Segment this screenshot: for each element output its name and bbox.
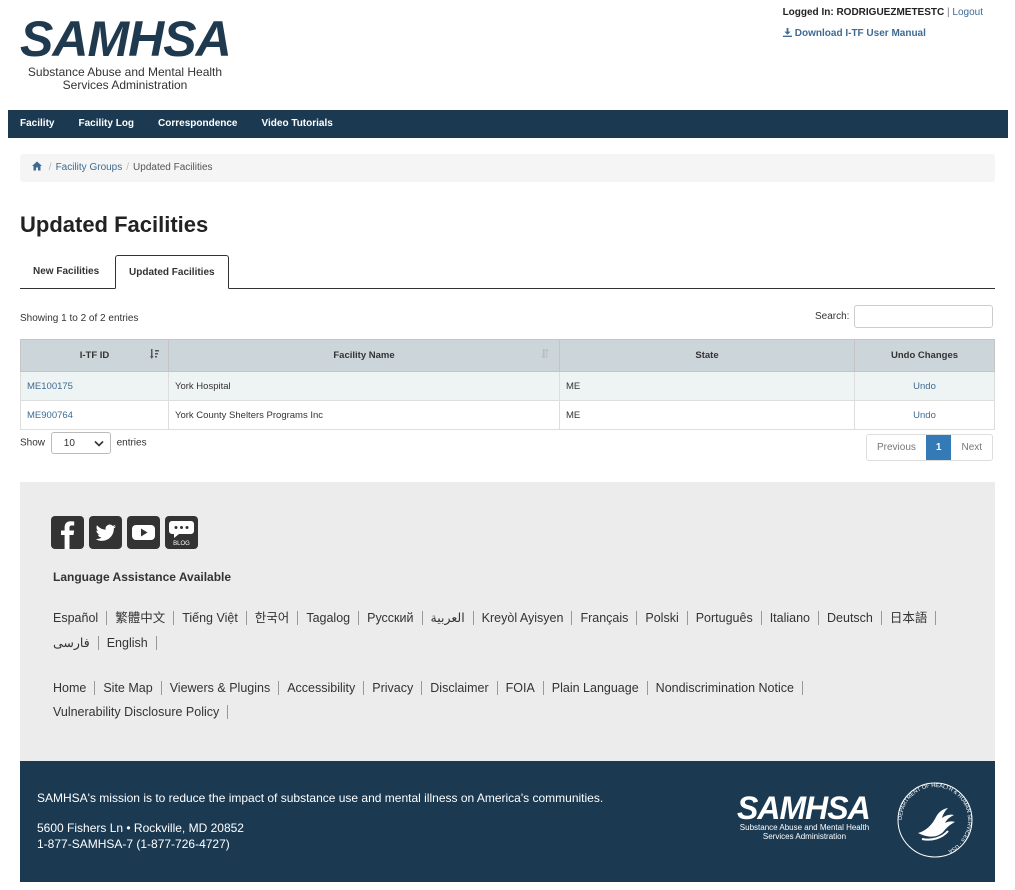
itf-id-link[interactable]: ME100175 <box>27 381 73 392</box>
page-1-button[interactable]: 1 <box>925 435 952 460</box>
footer-link-accessibility[interactable]: Accessibility <box>287 681 355 695</box>
breadcrumb-current: Updated Facilities <box>133 162 213 173</box>
facebook-icon[interactable] <box>51 516 84 549</box>
twitter-icon[interactable] <box>89 516 122 549</box>
logo-subtitle: Substance Abuse and Mental Health Servic… <box>27 65 223 92</box>
lang-link[interactable]: English <box>107 636 148 650</box>
facility-state: ME <box>559 400 855 430</box>
previous-button[interactable]: Previous <box>867 435 926 460</box>
footer-link-site-map[interactable]: Site Map <box>103 681 152 695</box>
column-header-facility-name[interactable]: Facility Name <box>168 339 560 372</box>
show-label: Show <box>20 437 46 449</box>
mission-statement: SAMHSA's mission is to reduce the impact… <box>37 791 604 805</box>
search-label: Search: <box>815 311 850 322</box>
phone-number: 1-877-SAMHSA-7 (1-877-726-4727) <box>37 837 230 851</box>
next-button[interactable]: Next <box>951 435 992 460</box>
home-icon[interactable] <box>32 161 45 173</box>
facility-name: York Hospital <box>168 371 560 401</box>
tab-new-facilities[interactable]: New Facilities <box>20 255 112 288</box>
lang-link[interactable]: Tiếng Việt <box>182 611 238 625</box>
table-info: Showing 1 to 2 of 2 entries <box>20 313 139 324</box>
sort-asc-icon <box>150 349 160 362</box>
username: RODRIGUEZMETESTC <box>836 7 945 18</box>
footer-link-vulnerability-disclosure[interactable]: Vulnerability Disclosure Policy <box>53 705 219 719</box>
logout-link[interactable]: Logout <box>952 7 983 18</box>
main-nav: Facility Facility Log Correspondence Vid… <box>8 110 1008 138</box>
facility-name: York County Shelters Programs Inc <box>168 400 560 430</box>
footer-mission: SAMHSA's mission is to reduce the impact… <box>20 761 995 882</box>
column-header-undo-changes[interactable]: Undo Changes <box>854 339 995 372</box>
nav-facility-log[interactable]: Facility Log <box>66 110 146 138</box>
download-icon <box>783 28 795 39</box>
footer-link-privacy[interactable]: Privacy <box>372 681 413 695</box>
hhs-seal-icon[interactable]: DEPARTMENT OF HEALTH & HUMAN SERVICES · … <box>896 781 974 859</box>
lang-link[interactable]: Español <box>53 611 98 625</box>
lang-link[interactable]: Tagalog <box>306 611 350 625</box>
facilities-table: I-TF ID Facility Name State Undo Changes… <box>20 339 995 430</box>
blog-icon-label: BLOG <box>173 541 190 547</box>
footer-logo-wordmark: SAMHSA <box>737 790 871 826</box>
lang-link[interactable]: 한국어 <box>255 611 290 625</box>
blog-icon[interactable]: BLOG <box>165 516 198 549</box>
lang-link[interactable]: 日本語 <box>890 611 928 625</box>
lang-link[interactable]: Português <box>696 611 753 625</box>
footer-link-home[interactable]: Home <box>53 681 86 695</box>
column-header-itf-id[interactable]: I-TF ID <box>20 339 169 372</box>
logged-in-label: Logged In: <box>782 7 834 18</box>
table-row: ME900764 York County Shelters Programs I… <box>20 400 995 430</box>
footer-site-links: Home Site Map Viewers & Plugins Accessibili… <box>53 676 983 724</box>
separator: | <box>947 7 950 18</box>
youtube-icon[interactable] <box>127 516 160 549</box>
entries-label: entries <box>116 437 147 449</box>
footer-links-area: BLOG Language Assistance Available Españ… <box>20 482 995 761</box>
download-manual-link[interactable]: Download I-TF User Manual <box>783 28 926 39</box>
language-list: Español 繁體中文 Tiếng Việt 한국어 Tagalog Русский ال… <box>53 606 983 656</box>
samhsa-logo[interactable]: SAMHSA Substance Abuse and Mental Health… <box>20 14 235 92</box>
itf-id-link[interactable]: ME900764 <box>27 410 73 421</box>
social-links: BLOG <box>51 516 203 549</box>
facility-state: ME <box>559 371 855 401</box>
nav-correspondence[interactable]: Correspondence <box>146 110 249 138</box>
page-length: Show 10 entries <box>20 432 147 454</box>
undo-link[interactable]: Undo <box>913 410 936 421</box>
nav-video-tutorials[interactable]: Video Tutorials <box>250 110 345 138</box>
language-assistance-title: Language Assistance Available <box>53 570 232 584</box>
column-header-state[interactable]: State <box>559 339 855 372</box>
footer-link-foia[interactable]: FOIA <box>506 681 535 695</box>
sort-icon <box>541 349 551 362</box>
logo-wordmark: SAMHSA <box>20 11 232 67</box>
footer-link-disclaimer[interactable]: Disclaimer <box>430 681 488 695</box>
footer-link-plain-language[interactable]: Plain Language <box>552 681 639 695</box>
tab-updated-facilities[interactable]: Updated Facilities <box>115 255 229 289</box>
page-title: Updated Facilities <box>20 212 209 237</box>
search-input[interactable] <box>854 305 993 328</box>
user-box: Logged In: RODRIGUEZMETESTC | Logout <box>783 7 983 18</box>
lang-link[interactable]: Deutsch <box>827 611 873 625</box>
download-manual-label: Download I-TF User Manual <box>794 28 926 39</box>
breadcrumb-facility-groups[interactable]: Facility Groups <box>56 162 123 173</box>
nav-facility[interactable]: Facility <box>8 110 66 138</box>
page-length-select[interactable]: 10 <box>50 432 111 455</box>
lang-link[interactable]: Kreyòl Ayisyen <box>482 611 564 625</box>
chevron-down-icon <box>94 433 104 455</box>
footer-link-viewers-plugins[interactable]: Viewers & Plugins <box>170 681 271 695</box>
lang-link[interactable]: Français <box>580 611 628 625</box>
undo-link[interactable]: Undo <box>913 381 936 392</box>
lang-link[interactable]: 繁體中文 <box>115 611 165 625</box>
tab-bar: New Facilities Updated Facilities <box>20 255 995 289</box>
table-row: ME100175 York Hospital ME Undo <box>20 371 995 401</box>
lang-link[interactable]: Русский <box>367 611 413 625</box>
lang-link[interactable]: Polski <box>645 611 678 625</box>
lang-link[interactable]: العربية <box>431 611 465 625</box>
svg-text:DEPARTMENT OF HEALTH & HUMAN S: DEPARTMENT OF HEALTH & HUMAN SERVICES · … <box>898 783 972 854</box>
lang-link[interactable]: فارسی <box>53 636 90 650</box>
address: 5600 Fishers Ln • Rockville, MD 20852 <box>37 821 244 835</box>
breadcrumb: / Facility Groups / Updated Facilities <box>20 154 995 182</box>
page-length-value: 10 <box>63 438 75 449</box>
footer-samhsa-logo[interactable]: SAMHSA Substance Abuse and Mental Health… <box>737 790 872 841</box>
lang-link[interactable]: Italiano <box>770 611 810 625</box>
pagination: Previous 1 Next <box>866 434 994 461</box>
footer-logo-subtitle: Substance Abuse and Mental Health Servic… <box>739 823 870 841</box>
footer-link-nondiscrimination[interactable]: Nondiscrimination Notice <box>656 681 794 695</box>
